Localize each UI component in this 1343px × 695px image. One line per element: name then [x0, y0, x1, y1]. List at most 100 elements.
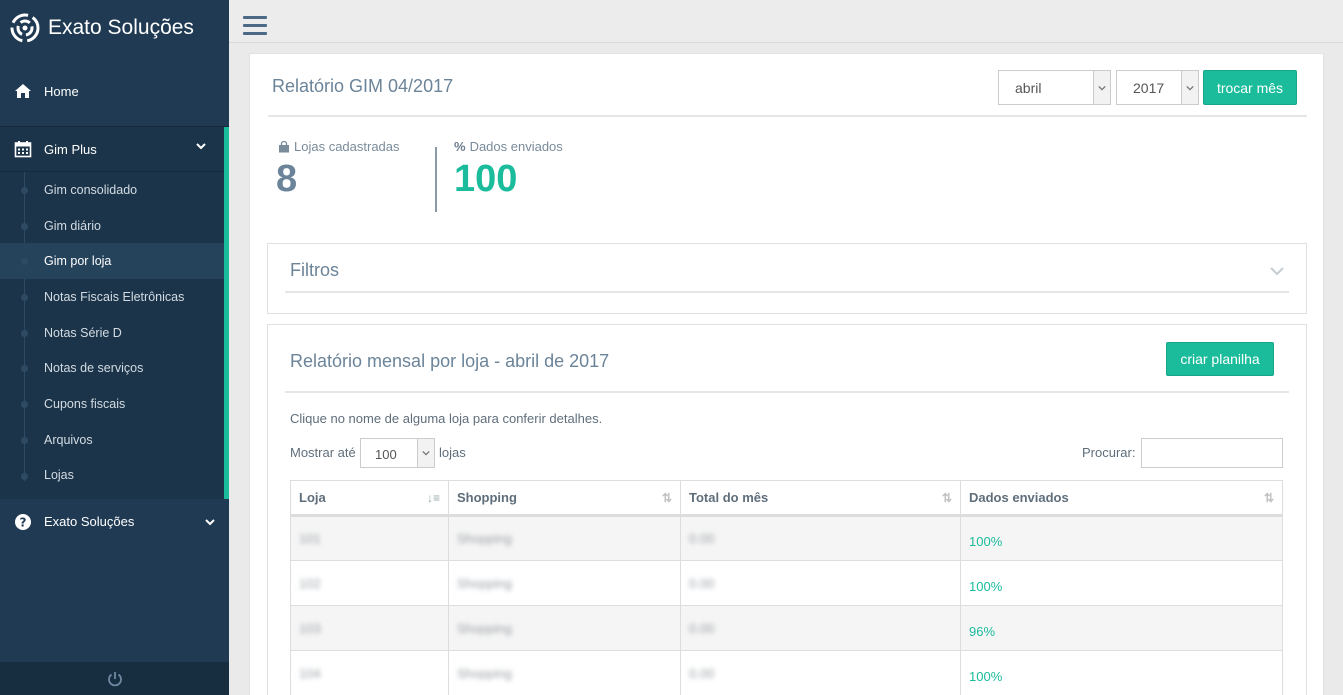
brand-name: Exato Soluções: [48, 16, 194, 39]
report-panel: Relatório mensal por loja - abril de 201…: [267, 324, 1307, 695]
cell-loja[interactable]: 101: [290, 515, 449, 561]
sidebar-footer: [0, 662, 229, 695]
month-select[interactable]: abril: [998, 70, 1111, 105]
shopping-name: Shopping: [457, 531, 512, 546]
stores-label-text: Lojas cadastradas: [294, 139, 400, 154]
sort-asc-icon: ↓≡: [426, 491, 440, 505]
cell-total: 0.00: [680, 515, 961, 561]
table-row[interactable]: 101 Shopping 0.00 100%: [290, 515, 1283, 561]
sent-percent: 100: [454, 158, 518, 200]
stores-count: 8: [276, 158, 298, 200]
total-value: 0.00: [689, 620, 715, 636]
sidebar-item-gim-por-loja[interactable]: Gim por loja: [0, 243, 224, 280]
sidebar-item-arquivos[interactable]: Arquivos: [0, 422, 224, 458]
cell-shopping: Shopping: [448, 650, 681, 695]
question-circle-icon: ?: [15, 513, 31, 530]
month-select-value: abril: [1015, 80, 1042, 96]
sidebar-item-cupons-fiscais[interactable]: Cupons fiscais: [0, 386, 224, 422]
sent-label-text: Dados enviados: [469, 139, 563, 154]
cell-total: 0.00: [680, 560, 961, 606]
search-input[interactable]: [1141, 438, 1283, 468]
percent-icon: %: [454, 139, 466, 154]
sidebar-item-label: Gim diário: [44, 218, 101, 233]
sidebar-item-gim-consolidado[interactable]: Gim consolidado: [0, 172, 224, 208]
show-suffix-label: lojas: [439, 445, 466, 460]
svg-text:?: ?: [20, 515, 27, 529]
table-row[interactable]: 103 Shopping 0.00 96%: [290, 605, 1283, 651]
cell-loja[interactable]: 103: [290, 605, 449, 651]
page-size-select[interactable]: 100: [360, 438, 435, 468]
total-value: 0.00: [689, 575, 715, 591]
divider: [285, 291, 1289, 293]
column-header-dados[interactable]: Dados enviados ⇅: [960, 480, 1283, 517]
cell-dados: 100%: [960, 515, 1283, 561]
sidebar-item-gim-diario[interactable]: Gim diário: [0, 208, 224, 244]
cell-loja[interactable]: 102: [290, 560, 449, 606]
chevron-down-icon[interactable]: [1270, 266, 1284, 276]
sidebar: Exato Soluções Home Gim Plus Gim consoli…: [0, 0, 229, 695]
year-select[interactable]: 2017: [1116, 70, 1199, 105]
column-label: Shopping: [457, 490, 517, 505]
topbar: [229, 0, 1343, 43]
main-panel: Relatório GIM 04/2017 abril 2017 trocar …: [249, 53, 1324, 695]
year-select-value: 2017: [1133, 80, 1165, 96]
home-icon: [15, 84, 31, 98]
column-label: Dados enviados: [969, 490, 1069, 505]
column-header-total[interactable]: Total do mês ⇅: [680, 480, 961, 517]
chevron-down-icon: [1093, 71, 1110, 104]
menu-toggle-icon[interactable]: [243, 16, 267, 40]
sidebar-item-label: Exato Soluções: [44, 514, 135, 529]
store-link[interactable]: 103: [299, 621, 321, 636]
shopping-name: Shopping: [457, 575, 512, 591]
divider: [268, 115, 1307, 117]
cell-total: 0.00: [680, 650, 961, 695]
brand[interactable]: Exato Soluções: [0, 0, 229, 56]
sidebar-item-gim-plus[interactable]: Gim Plus: [0, 127, 224, 172]
sidebar-item-label: Arquivos: [44, 432, 93, 447]
table-row[interactable]: 104 Shopping 0.00 100%: [290, 650, 1283, 695]
create-spreadsheet-button[interactable]: criar planilha: [1166, 342, 1274, 376]
cell-dados: 100%: [960, 650, 1283, 695]
chevron-down-icon: [1181, 71, 1198, 104]
stores-table: Loja ↓≡ Shopping ⇅ Total do mês ⇅ Dados env…: [290, 480, 1283, 695]
store-link[interactable]: 101: [299, 531, 321, 546]
sent-stat-label: % Dados enviados: [454, 139, 563, 154]
total-value: 0.00: [689, 531, 715, 546]
column-header-loja[interactable]: Loja ↓≡: [290, 480, 449, 517]
sidebar-item-notas-fiscais[interactable]: Notas Fiscais Eletrônicas: [0, 279, 224, 315]
store-link[interactable]: 102: [299, 576, 321, 591]
divider: [285, 391, 1289, 393]
change-month-button[interactable]: trocar mês: [1203, 70, 1297, 105]
store-link[interactable]: 104: [299, 666, 321, 681]
bag-icon: [279, 140, 289, 152]
sidebar-item-home[interactable]: Home: [0, 56, 229, 127]
report-hint: Clique no nome de alguma loja para confe…: [290, 411, 603, 426]
column-header-shopping[interactable]: Shopping ⇅: [448, 480, 681, 517]
sidebar-item-label: Gim Plus: [44, 141, 97, 157]
sidebar-group-gim: Gim Plus Gim consolidado Gim diário Gim …: [0, 127, 229, 499]
sidebar-item-label: Notas de serviços: [44, 361, 144, 376]
sidebar-item-lojas[interactable]: Lojas: [0, 458, 224, 494]
column-label: Total do mês: [689, 490, 769, 505]
total-value: 0.00: [689, 665, 715, 681]
show-prefix-label: Mostrar até: [290, 445, 356, 460]
calendar-icon: [14, 141, 32, 158]
power-icon[interactable]: [106, 670, 124, 688]
stats-divider: [435, 147, 437, 212]
table-row[interactable]: 102 Shopping 0.00 100%: [290, 560, 1283, 606]
cell-loja[interactable]: 104: [290, 650, 449, 695]
cell-shopping: Shopping: [448, 560, 681, 606]
shopping-name: Shopping: [457, 665, 512, 681]
chevron-down-icon: [417, 439, 434, 467]
sidebar-item-label: Gim consolidado: [44, 182, 138, 197]
stores-stat-label: Lojas cadastradas: [278, 139, 400, 154]
sidebar-item-exato[interactable]: ? Exato Soluções: [0, 499, 229, 544]
sidebar-submenu: Gim consolidado Gim diário Gim por loja …: [0, 172, 224, 493]
sidebar-item-notas-servicos[interactable]: Notas de serviços: [0, 350, 224, 386]
filters-panel[interactable]: Filtros: [267, 243, 1307, 314]
sidebar-item-notas-serie-d[interactable]: Notas Série D: [0, 315, 224, 351]
chevron-down-icon: [205, 519, 215, 526]
sidebar-item-label: Notas Fiscais Eletrônicas: [44, 289, 185, 304]
filters-title: Filtros: [290, 260, 339, 280]
sidebar-item-label: Home: [44, 83, 79, 99]
